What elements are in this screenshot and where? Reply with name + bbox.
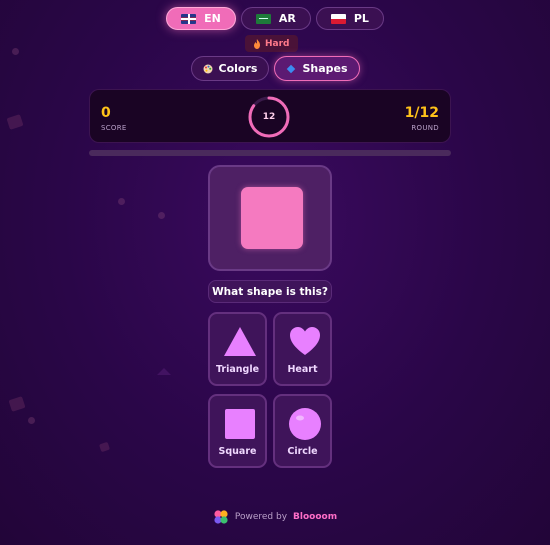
tab-colors[interactable]: Colors xyxy=(190,56,270,81)
answer-option-circle[interactable]: Circle xyxy=(273,394,332,468)
timer-value: 12 xyxy=(262,112,276,122)
tab-label: Shapes xyxy=(302,62,348,75)
decor-dot xyxy=(118,198,125,205)
target-shape-card xyxy=(208,165,332,271)
flower-logo-icon xyxy=(214,510,228,524)
decor-house xyxy=(157,368,171,375)
mode-tabs: Colors Shapes xyxy=(0,56,550,81)
target-square-shape xyxy=(241,187,303,249)
option-label: Triangle xyxy=(215,364,260,375)
option-label: Heart xyxy=(287,364,318,375)
score-label: SCORE xyxy=(101,124,127,132)
language-label: AR xyxy=(278,12,296,25)
answer-option-square[interactable]: Square xyxy=(208,394,267,468)
decor-dot xyxy=(12,48,19,55)
decor-dot xyxy=(158,212,165,219)
scoreboard: 0 SCORE 12 1/12 ROUND xyxy=(89,89,451,143)
powered-by-text: Powered by xyxy=(234,512,288,522)
language-label: PL xyxy=(353,12,369,25)
countdown-timer: 12 xyxy=(247,95,291,139)
fire-icon xyxy=(254,38,260,49)
square-icon xyxy=(225,409,255,439)
palette-icon xyxy=(203,64,212,73)
saudi-flag-icon xyxy=(255,13,271,24)
option-label: Circle xyxy=(287,446,318,457)
footer: Powered by Bloooom xyxy=(0,509,550,525)
round-progress-bar xyxy=(89,150,451,156)
difficulty-label: Hard xyxy=(265,38,290,49)
option-label: Square xyxy=(218,446,257,457)
answer-option-heart[interactable]: Heart xyxy=(273,312,332,386)
round-label: ROUND xyxy=(411,124,439,132)
decor-dot xyxy=(28,417,35,424)
language-selector: EN AR PL xyxy=(0,7,550,30)
tab-label: Colors xyxy=(218,62,258,75)
decor-shape xyxy=(6,114,24,130)
language-label: EN xyxy=(204,12,221,25)
decor-shape xyxy=(98,441,111,453)
language-button-en[interactable]: EN xyxy=(166,7,236,30)
diamond-icon xyxy=(287,64,296,73)
uk-flag-icon xyxy=(181,13,197,24)
poland-flag-icon xyxy=(330,13,346,24)
difficulty-badge[interactable]: Hard xyxy=(245,35,298,52)
language-button-pl[interactable]: PL xyxy=(315,7,384,30)
score-value: 0 xyxy=(101,105,111,121)
tab-shapes[interactable]: Shapes xyxy=(274,56,360,81)
language-button-ar[interactable]: AR xyxy=(240,7,311,30)
decor-shape xyxy=(8,396,26,412)
answer-option-triangle[interactable]: Triangle xyxy=(208,312,267,386)
circle-icon xyxy=(289,408,321,440)
round-value: 1/12 xyxy=(404,105,439,121)
triangle-icon xyxy=(224,327,256,356)
brand-link[interactable]: Bloooom xyxy=(293,512,337,522)
question-prompt: What shape is this? xyxy=(208,280,332,303)
heart-icon xyxy=(290,327,320,355)
